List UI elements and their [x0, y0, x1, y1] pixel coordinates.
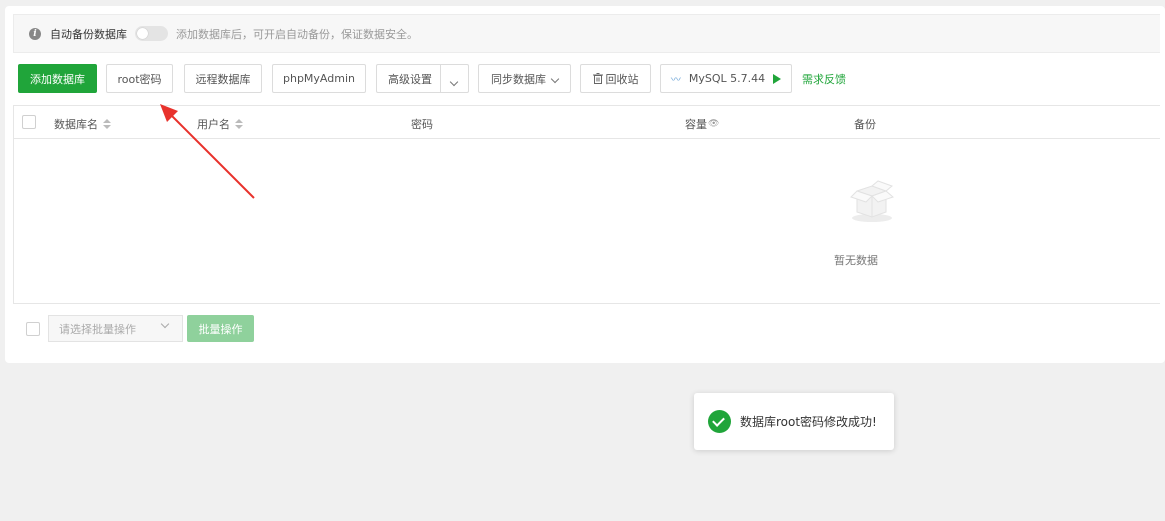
advanced-settings-label: 高级设置	[388, 72, 432, 86]
auto-backup-notice: i 自动备份数据库 添加数据库后，可开启自动备份，保证数据安全。	[13, 14, 1160, 53]
sync-dropdown-toggle	[550, 72, 560, 85]
add-database-label: 添加数据库	[30, 72, 85, 86]
root-password-button[interactable]: root密码	[106, 64, 173, 93]
feedback-link[interactable]: 需求反馈	[802, 71, 846, 87]
split-divider	[440, 65, 441, 92]
batch-operation-select[interactable]: 请选择批量操作	[48, 315, 183, 342]
batch-operation-placeholder: 请选择批量操作	[59, 322, 136, 336]
mysql-dolphin-icon: 〰	[670, 75, 681, 86]
auto-backup-label: 自动备份数据库	[50, 27, 127, 41]
column-username[interactable]: 用户名	[197, 116, 243, 132]
sort-icon	[235, 119, 243, 129]
mysql-version-button[interactable]: 〰 MySQL 5.7.44	[660, 64, 792, 93]
column-username-label: 用户名	[197, 118, 230, 131]
phpmyadmin-label: phpMyAdmin	[283, 72, 355, 85]
chevron-down-icon	[160, 319, 170, 329]
column-capacity: 容量 👁	[685, 116, 719, 132]
table-header: 数据库名 用户名 密码 容量 👁 备份	[14, 106, 1160, 139]
toggle-knob	[137, 28, 148, 39]
remote-database-label: 远程数据库	[195, 72, 251, 86]
empty-state-icon	[842, 178, 902, 227]
empty-state-text: 暂无数据	[834, 254, 878, 267]
table-footer: 请选择批量操作 批量操作	[21, 315, 521, 343]
eye-icon[interactable]: 👁	[708, 119, 719, 129]
remote-database-button[interactable]: 远程数据库	[184, 64, 262, 93]
column-backup-label: 备份	[854, 118, 876, 131]
select-all-checkbox-cell	[22, 115, 36, 129]
column-password-label: 密码	[411, 118, 433, 131]
play-icon	[773, 73, 782, 84]
column-database-name[interactable]: 数据库名	[54, 116, 111, 132]
recycle-bin-label: 回收站	[605, 72, 639, 86]
mysql-version-label: MySQL 5.7.44	[688, 72, 766, 85]
column-database-name-label: 数据库名	[54, 118, 98, 131]
column-password: 密码	[411, 116, 433, 132]
trash-icon	[592, 73, 603, 84]
footer-select-all-checkbox[interactable]	[26, 322, 40, 336]
sort-icon	[103, 119, 111, 129]
toolbar: 添加数据库 root密码 远程数据库 phpMyAdmin 高级设置 同步数据库…	[13, 64, 1153, 94]
chevron-down-icon	[449, 77, 459, 87]
column-backup: 备份	[854, 116, 876, 132]
auto-backup-toggle[interactable]	[135, 26, 168, 41]
column-capacity-label: 容量	[685, 118, 707, 131]
advanced-settings-button[interactable]: 高级设置	[376, 64, 469, 93]
info-icon: i	[29, 27, 41, 40]
sync-database-button[interactable]: 同步数据库	[478, 64, 571, 93]
chevron-down-icon	[550, 74, 560, 84]
root-password-label: root密码	[117, 72, 162, 86]
auto-backup-description: 添加数据库后，可开启自动备份，保证数据安全。	[176, 27, 418, 41]
batch-operation-button[interactable]: 批量操作	[187, 315, 254, 342]
check-circle-icon	[708, 410, 731, 433]
sync-database-label: 同步数据库	[491, 72, 546, 86]
advanced-dropdown-toggle[interactable]	[449, 75, 459, 88]
recycle-bin-button[interactable]: 回收站	[580, 64, 651, 93]
success-toast: 数据库root密码修改成功!	[694, 393, 894, 450]
add-database-button[interactable]: 添加数据库	[18, 64, 97, 93]
select-all-checkbox[interactable]	[22, 115, 36, 129]
toast-message: 数据库root密码修改成功!	[740, 415, 877, 429]
database-table: 数据库名 用户名 密码 容量 👁 备份 暂无数据	[13, 105, 1160, 304]
batch-operation-label: 批量操作	[198, 322, 243, 336]
empty-box-icon	[850, 180, 894, 222]
phpmyadmin-button[interactable]: phpMyAdmin	[272, 64, 366, 93]
